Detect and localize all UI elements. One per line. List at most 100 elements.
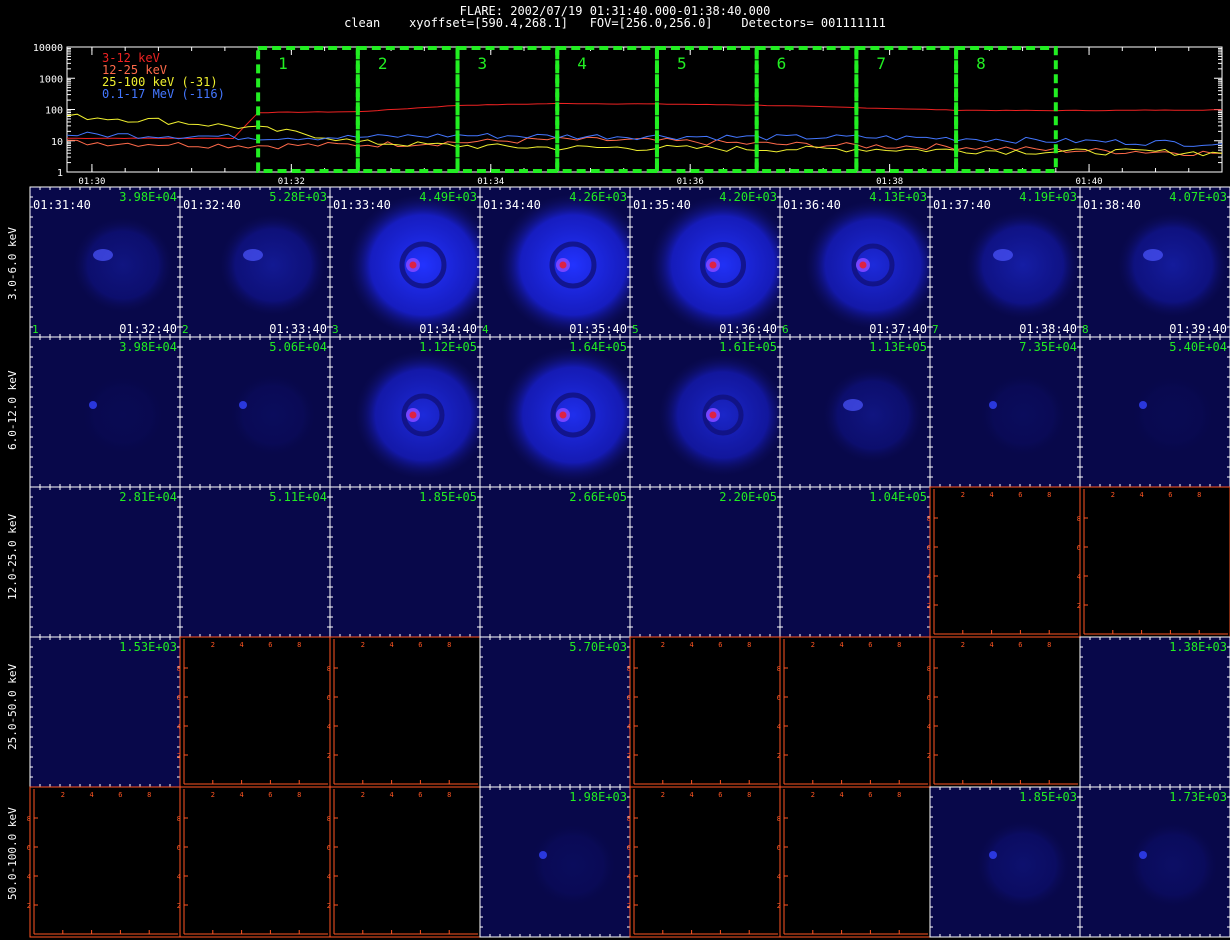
end-time: 01:34:40 bbox=[419, 322, 477, 336]
interval-number: 8 bbox=[1082, 323, 1089, 336]
image-cell: 22446688 bbox=[327, 636, 481, 788]
source-core bbox=[989, 401, 997, 409]
empty-x-tick-label: 6 bbox=[1018, 641, 1022, 649]
peak-value: 5.40E+04 bbox=[1169, 340, 1227, 354]
source-core bbox=[1139, 851, 1147, 859]
peak-value: 1.61E+05 bbox=[719, 340, 777, 354]
peak-value: 3.98E+04 bbox=[119, 340, 177, 354]
empty-x-tick-label: 6 bbox=[1018, 491, 1022, 499]
empty-x-tick-label: 2 bbox=[361, 641, 365, 649]
image-background bbox=[30, 787, 180, 937]
source-emission bbox=[348, 193, 498, 337]
image-cell: 3.98E+04 01:31:40 01:32:40 1 bbox=[29, 186, 181, 338]
source-emission bbox=[649, 195, 797, 335]
peak-value: 1.85E+05 bbox=[419, 490, 477, 504]
image-background bbox=[480, 487, 630, 637]
image-background bbox=[330, 637, 480, 787]
image-cell: 1.85E+05 bbox=[329, 486, 481, 638]
energy-band-label: 25.0-50.0 keV bbox=[6, 663, 19, 750]
empty-x-tick-label: 2 bbox=[661, 641, 665, 649]
image-cell: 1.64E+05 bbox=[479, 336, 645, 488]
image-cell: 4.07E+03 01:38:40 01:39:40 8 bbox=[1079, 186, 1230, 338]
empty-x-tick-label: 4 bbox=[989, 491, 993, 499]
energy-band-label: 12.0-25.0 keV bbox=[6, 513, 19, 600]
end-time: 01:37:40 bbox=[869, 322, 927, 336]
source-peak bbox=[859, 261, 867, 269]
source-core bbox=[1143, 249, 1163, 261]
source-emission bbox=[658, 353, 788, 477]
image-background bbox=[1080, 487, 1230, 637]
image-background bbox=[30, 487, 180, 637]
interval-number: 4 bbox=[482, 323, 489, 336]
source-core bbox=[89, 401, 97, 409]
image-cell: 1.73E+03 bbox=[1079, 786, 1230, 938]
image-background bbox=[30, 637, 180, 787]
empty-x-tick-label: 2 bbox=[661, 791, 665, 799]
image-background bbox=[930, 487, 1080, 637]
start-time: 01:31:40 bbox=[33, 198, 91, 212]
image-cell: 1.98E+03 bbox=[479, 786, 631, 938]
image-cell: 1.53E+03 bbox=[29, 636, 181, 788]
image-cell: 22446688 bbox=[927, 486, 1081, 638]
peak-value: 4.20E+03 bbox=[719, 190, 777, 204]
source-peak bbox=[409, 261, 417, 269]
start-time: 01:34:40 bbox=[483, 198, 541, 212]
image-cell: 3.98E+04 bbox=[29, 336, 181, 488]
source-peak bbox=[409, 411, 417, 419]
image-background bbox=[330, 787, 480, 937]
empty-x-tick-label: 8 bbox=[447, 641, 451, 649]
source-emission bbox=[501, 347, 645, 483]
interval-number: 7 bbox=[932, 323, 939, 336]
empty-x-tick-label: 4 bbox=[689, 641, 693, 649]
empty-x-tick-label: 6 bbox=[1168, 491, 1172, 499]
interval-number: 5 bbox=[632, 323, 639, 336]
peak-value: 4.26E+03 bbox=[569, 190, 627, 204]
empty-x-tick-label: 2 bbox=[961, 641, 965, 649]
peak-value: 4.07E+03 bbox=[1169, 190, 1227, 204]
empty-x-tick-label: 2 bbox=[811, 791, 815, 799]
end-time: 01:35:40 bbox=[569, 322, 627, 336]
image-background bbox=[630, 637, 780, 787]
empty-x-tick-label: 4 bbox=[389, 791, 393, 799]
image-cell: 5.28E+03 01:32:40 01:33:40 2 bbox=[179, 186, 331, 338]
empty-x-tick-label: 2 bbox=[361, 791, 365, 799]
image-background bbox=[330, 487, 480, 637]
empty-x-tick-label: 6 bbox=[418, 641, 422, 649]
empty-x-tick-label: 2 bbox=[961, 491, 965, 499]
empty-x-tick-label: 8 bbox=[897, 641, 901, 649]
interval-number: 2 bbox=[182, 323, 189, 336]
image-background bbox=[630, 487, 780, 637]
source-emission bbox=[529, 823, 617, 907]
image-cell: 2.81E+04 bbox=[29, 486, 181, 638]
energy-band-label: 50.0-100.0 keV bbox=[6, 807, 19, 900]
empty-x-tick-label: 4 bbox=[239, 641, 243, 649]
image-background bbox=[1080, 637, 1230, 787]
source-emission bbox=[72, 217, 174, 313]
source-core bbox=[239, 401, 247, 409]
empty-x-tick-label: 2 bbox=[1111, 491, 1115, 499]
empty-x-tick-label: 8 bbox=[147, 791, 151, 799]
empty-x-tick-label: 8 bbox=[447, 791, 451, 799]
empty-x-tick-label: 2 bbox=[211, 791, 215, 799]
peak-value: 5.70E+03 bbox=[569, 640, 627, 654]
empty-x-tick-label: 6 bbox=[118, 791, 122, 799]
empty-x-tick-label: 4 bbox=[389, 641, 393, 649]
end-time: 01:39:40 bbox=[1169, 322, 1227, 336]
source-core bbox=[993, 249, 1013, 261]
start-time: 01:35:40 bbox=[633, 198, 691, 212]
peak-value: 1.04E+05 bbox=[869, 490, 927, 504]
source-core bbox=[1139, 401, 1147, 409]
source-emission bbox=[805, 200, 941, 330]
empty-x-tick-label: 6 bbox=[868, 641, 872, 649]
image-cell: 5.40E+04 bbox=[1079, 336, 1230, 488]
empty-x-tick-label: 8 bbox=[297, 641, 301, 649]
start-time: 01:37:40 bbox=[933, 198, 991, 212]
peak-value: 1.73E+03 bbox=[1169, 790, 1227, 804]
peak-value: 5.28E+03 bbox=[269, 190, 327, 204]
source-emission bbox=[219, 213, 327, 317]
end-time: 01:36:40 bbox=[719, 322, 777, 336]
image-grid: 3.98E+04 01:31:40 01:32:40 1 5.28E+03 01:32:4… bbox=[27, 186, 1230, 938]
interval-number: 1 bbox=[32, 323, 39, 336]
source-core bbox=[93, 249, 113, 261]
peak-value: 5.06E+04 bbox=[269, 340, 327, 354]
